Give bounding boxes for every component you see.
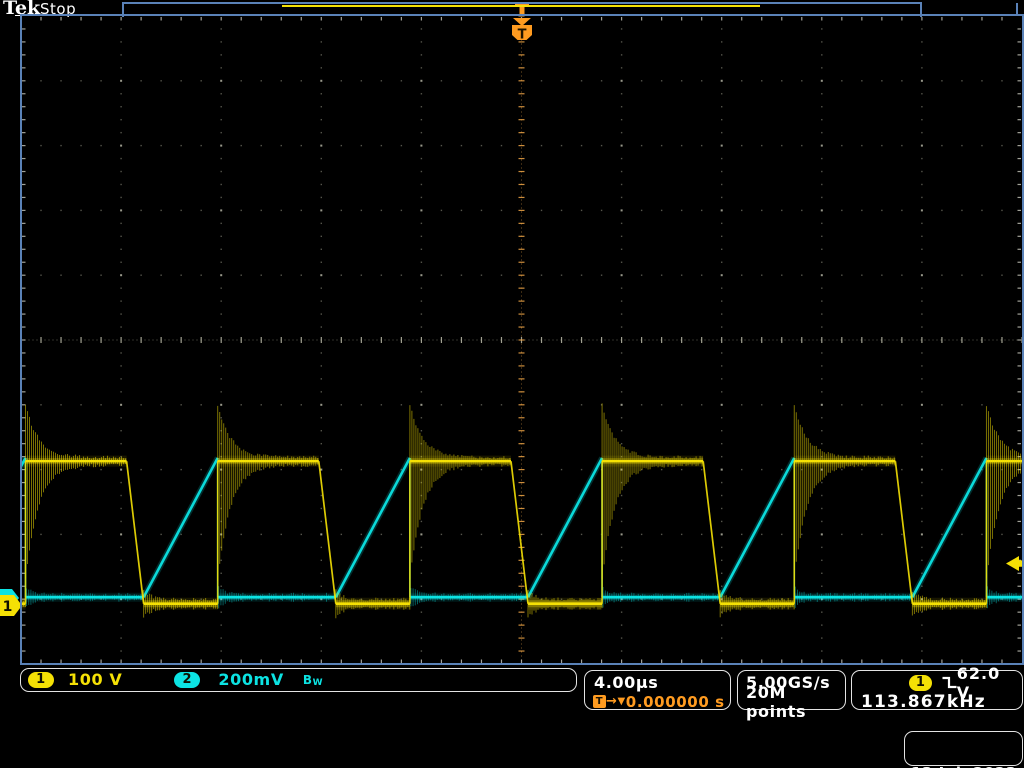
- trigger-source-badge: 1: [909, 674, 933, 691]
- channel-readout-box[interactable]: 1 100 V 2 200mV BW: [20, 668, 577, 692]
- trigger-marker-glyph: ▼: [617, 696, 626, 707]
- trigger-position-readout: 0.000000 s: [625, 692, 725, 711]
- trigger-readout-box[interactable]: 1 62.0 V 113.867kHz: [851, 664, 1023, 712]
- ch2-scale-readout: 200mV: [218, 670, 284, 689]
- svg-text:1: 1: [3, 599, 13, 615]
- record-length: 20M points: [746, 682, 807, 721]
- acquisition-readout-box[interactable]: 5.00GS/s 20M points: [737, 670, 846, 721]
- oscilloscope-screen: 1T Tek Stop 1 100 V 2 200mV BW 4.00µs T …: [0, 0, 1024, 768]
- record-view-waveform-line: [282, 5, 760, 7]
- trigger-position-icon: T: [593, 695, 606, 708]
- trigger-arrow-glyph: →: [606, 694, 618, 709]
- ch2-badge[interactable]: 2: [174, 671, 201, 688]
- falling-edge-icon: [942, 676, 957, 689]
- horizontal-readout-box[interactable]: 4.00µs T → ▼ 0.000000 s: [584, 670, 731, 711]
- datetime-box: 13 Jul 2023 11:28:28: [904, 731, 1023, 768]
- bandwidth-limit-icon: B: [302, 672, 313, 687]
- timebase-scale: 4.00µs: [594, 673, 659, 692]
- ch1-badge[interactable]: 1: [28, 671, 54, 688]
- bandwidth-limit-sub: W: [312, 677, 324, 688]
- graticule-border: [20, 14, 1024, 665]
- ch1-scale-readout: 100 V: [68, 670, 123, 689]
- trigger-frequency-readout: 113.867kHz: [861, 691, 986, 712]
